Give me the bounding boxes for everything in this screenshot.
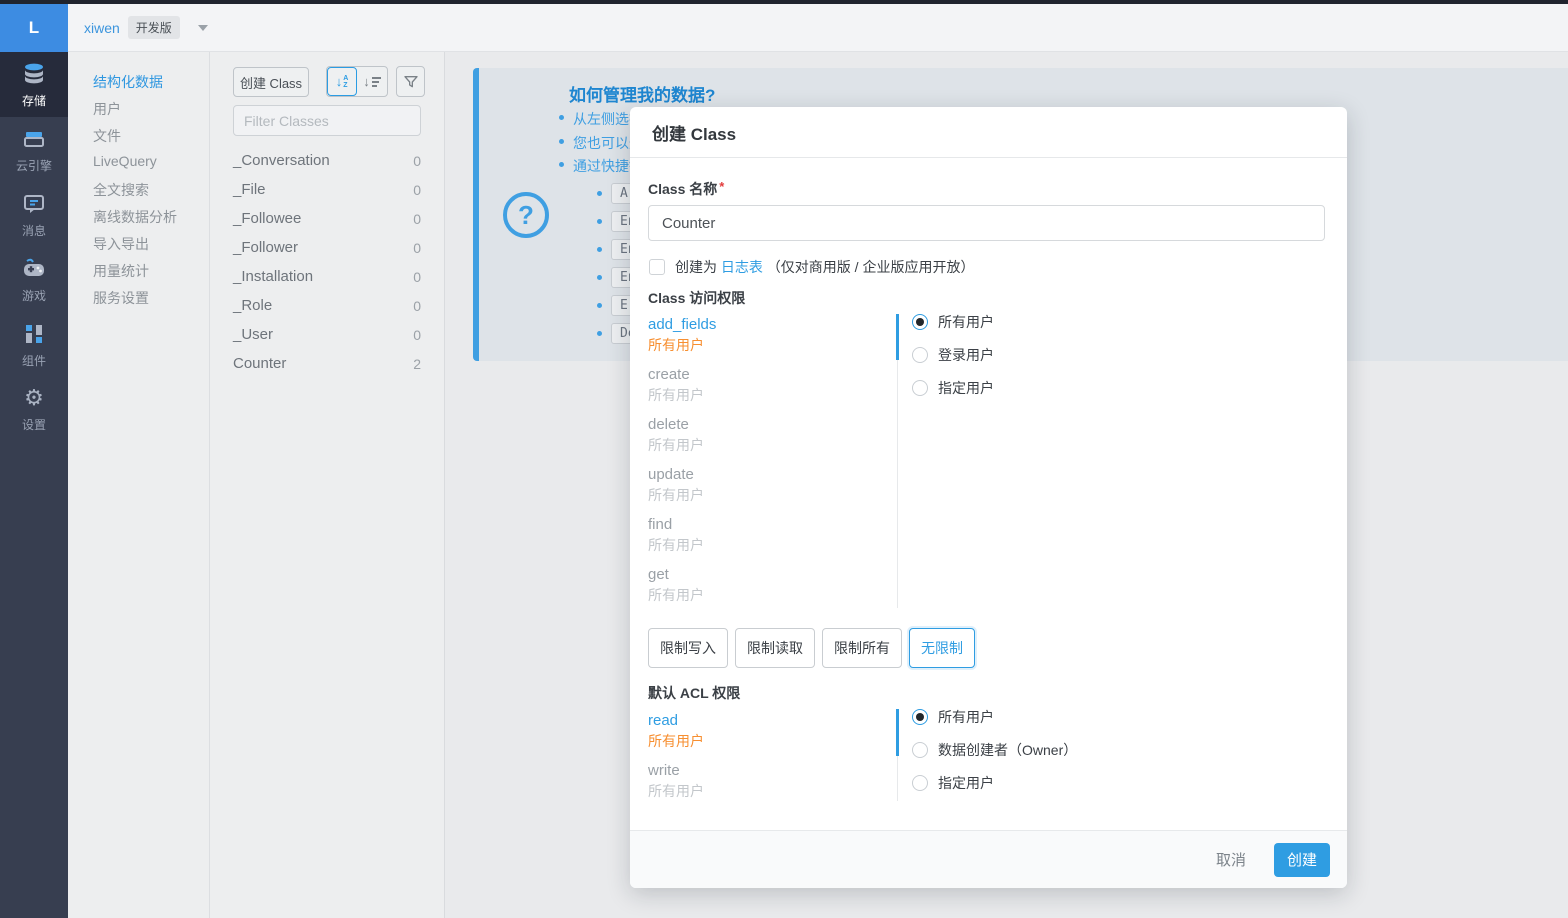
default-acl-label: 默认 ACL 权限 [648,683,740,703]
primary-sidebar: 存储 云引擎 消息 游戏 [0,52,68,918]
class-row-followee[interactable]: _Followee 0 [233,204,421,233]
menu-item-import-export[interactable]: 导入导出 [93,234,149,254]
sort-button-group: ↓AZ ↓ [326,66,388,97]
top-header: xiwen 开发版 [68,4,1568,52]
perm-item-find[interactable]: find 所有用户 [648,515,888,555]
perm-item-get[interactable]: get 所有用户 [648,565,888,605]
create-class-button[interactable]: 创建 Class [233,67,309,97]
cloud-engine-icon [21,126,47,152]
perm-option-specified-users[interactable]: 指定用户 [912,378,994,398]
class-row-conversation[interactable]: _Conversation 0 [233,146,421,175]
sort-alphabetical-button[interactable]: ↓AZ [327,67,357,96]
class-row-follower[interactable]: _Follower 0 [233,233,421,262]
app-env-badge: 开发版 [128,16,180,39]
app-switcher-caret-icon[interactable] [198,25,208,31]
acl-divider-accent [896,709,899,756]
preset-restrict-all-button[interactable]: 限制所有 [822,628,902,668]
gamepad-icon [21,256,47,282]
acl-option-owner[interactable]: 数据创建者（Owner） [912,740,1077,760]
sidebar-item-storage[interactable]: 存储 [0,52,68,117]
acl-option-specified-users[interactable]: 指定用户 [912,773,994,793]
sort-amount-icon: ↓ [363,75,381,88]
permission-presets: 限制写入 限制读取 限制所有 无限制 [648,628,975,668]
radio-icon[interactable] [912,742,928,758]
perm-item-update[interactable]: update 所有用户 [648,465,888,505]
log-table-checkbox[interactable] [649,259,665,275]
radio-checked-icon[interactable] [912,709,928,725]
cancel-button[interactable]: 取消 [1216,849,1246,870]
required-asterisk: * [719,179,724,194]
sidebar-item-settings[interactable]: ⚙ 设置 [0,377,68,442]
class-permissions-label: Class 访问权限 [648,288,745,308]
radio-icon[interactable] [912,347,928,363]
app-name-link[interactable]: xiwen [84,20,120,36]
menu-item-usage-stats[interactable]: 用量统计 [93,261,149,281]
perm-option-logged-in-users[interactable]: 登录用户 [912,345,994,365]
components-icon [21,321,47,347]
sidebar-item-engine[interactable]: 云引擎 [0,117,68,182]
modal-header: 创建 Class [630,107,1347,158]
menu-item-livequery[interactable]: LiveQuery [93,153,157,169]
class-row-counter[interactable]: Counter 2 [233,349,421,378]
sidebar-item-messages[interactable]: 消息 [0,182,68,247]
radio-icon[interactable] [912,380,928,396]
create-class-modal: 创建 Class Class 名称* 创建为 日志表 （仅对商用版 / 企业版应… [630,107,1347,888]
permissions-divider-accent [896,314,899,360]
perm-item-create[interactable]: create 所有用户 [648,365,888,405]
filter-classes-input[interactable] [233,105,421,136]
app-logo[interactable]: L [0,4,68,52]
class-row-file[interactable]: _File 0 [233,175,421,204]
menu-item-users[interactable]: 用户 [93,99,121,119]
radio-icon[interactable] [912,775,928,791]
create-button[interactable]: 创建 [1274,843,1330,877]
menu-item-structured-data[interactable]: 结构化数据 [93,72,163,92]
database-icon [21,61,47,87]
menu-item-files[interactable]: 文件 [93,126,121,146]
menu-item-fulltext-search[interactable]: 全文搜索 [93,180,149,200]
question-mark-icon: ? [503,192,549,238]
menu-item-service-settings[interactable]: 服务设置 [93,288,149,308]
log-table-link[interactable]: 日志表 [721,257,763,277]
menu-item-offline-analytics[interactable]: 离线数据分析 [93,207,177,227]
perm-item-add-fields[interactable]: add_fields 所有用户 [648,315,888,355]
log-table-row: 创建为 日志表 （仅对商用版 / 企业版应用开放） [649,257,974,277]
radio-checked-icon[interactable] [912,314,928,330]
message-icon [21,191,47,217]
class-name-label: Class 名称* [648,179,724,199]
acl-option-all-users[interactable]: 所有用户 [912,707,994,727]
sort-amount-button[interactable]: ↓ [357,67,387,96]
modal-footer: 取消 创建 [630,830,1347,888]
gear-icon: ⚙ [24,387,44,411]
perm-item-delete[interactable]: delete 所有用户 [648,415,888,455]
class-row-role[interactable]: _Role 0 [233,291,421,320]
sidebar-item-games[interactable]: 游戏 [0,247,68,312]
class-name-input[interactable] [648,205,1325,241]
acl-item-read[interactable]: read 所有用户 [648,711,888,751]
class-row-user[interactable]: _User 0 [233,320,421,349]
help-title: 如何管理我的数据? [569,81,715,106]
acl-item-write[interactable]: write 所有用户 [648,761,888,801]
funnel-icon [403,74,419,90]
preset-no-restriction-button[interactable]: 无限制 [909,628,975,668]
perm-option-all-users[interactable]: 所有用户 [912,312,994,332]
modal-title: 创建 Class [652,120,736,145]
filter-button[interactable] [396,66,425,97]
preset-restrict-write-button[interactable]: 限制写入 [648,628,728,668]
classes-panel: 创建 Class ↓AZ ↓ _Conversation 0 _File 0 _… [210,52,445,918]
class-list: _Conversation 0 _File 0 _Followee 0 _Fol… [233,146,421,378]
sidebar-item-components[interactable]: 组件 [0,312,68,377]
sort-alphabetical-icon: ↓AZ [336,75,349,89]
preset-restrict-read-button[interactable]: 限制读取 [735,628,815,668]
storage-menu: 结构化数据 用户 文件 LiveQuery 全文搜索 离线数据分析 导入导出 用… [68,52,210,918]
class-row-installation[interactable]: _Installation 0 [233,262,421,291]
